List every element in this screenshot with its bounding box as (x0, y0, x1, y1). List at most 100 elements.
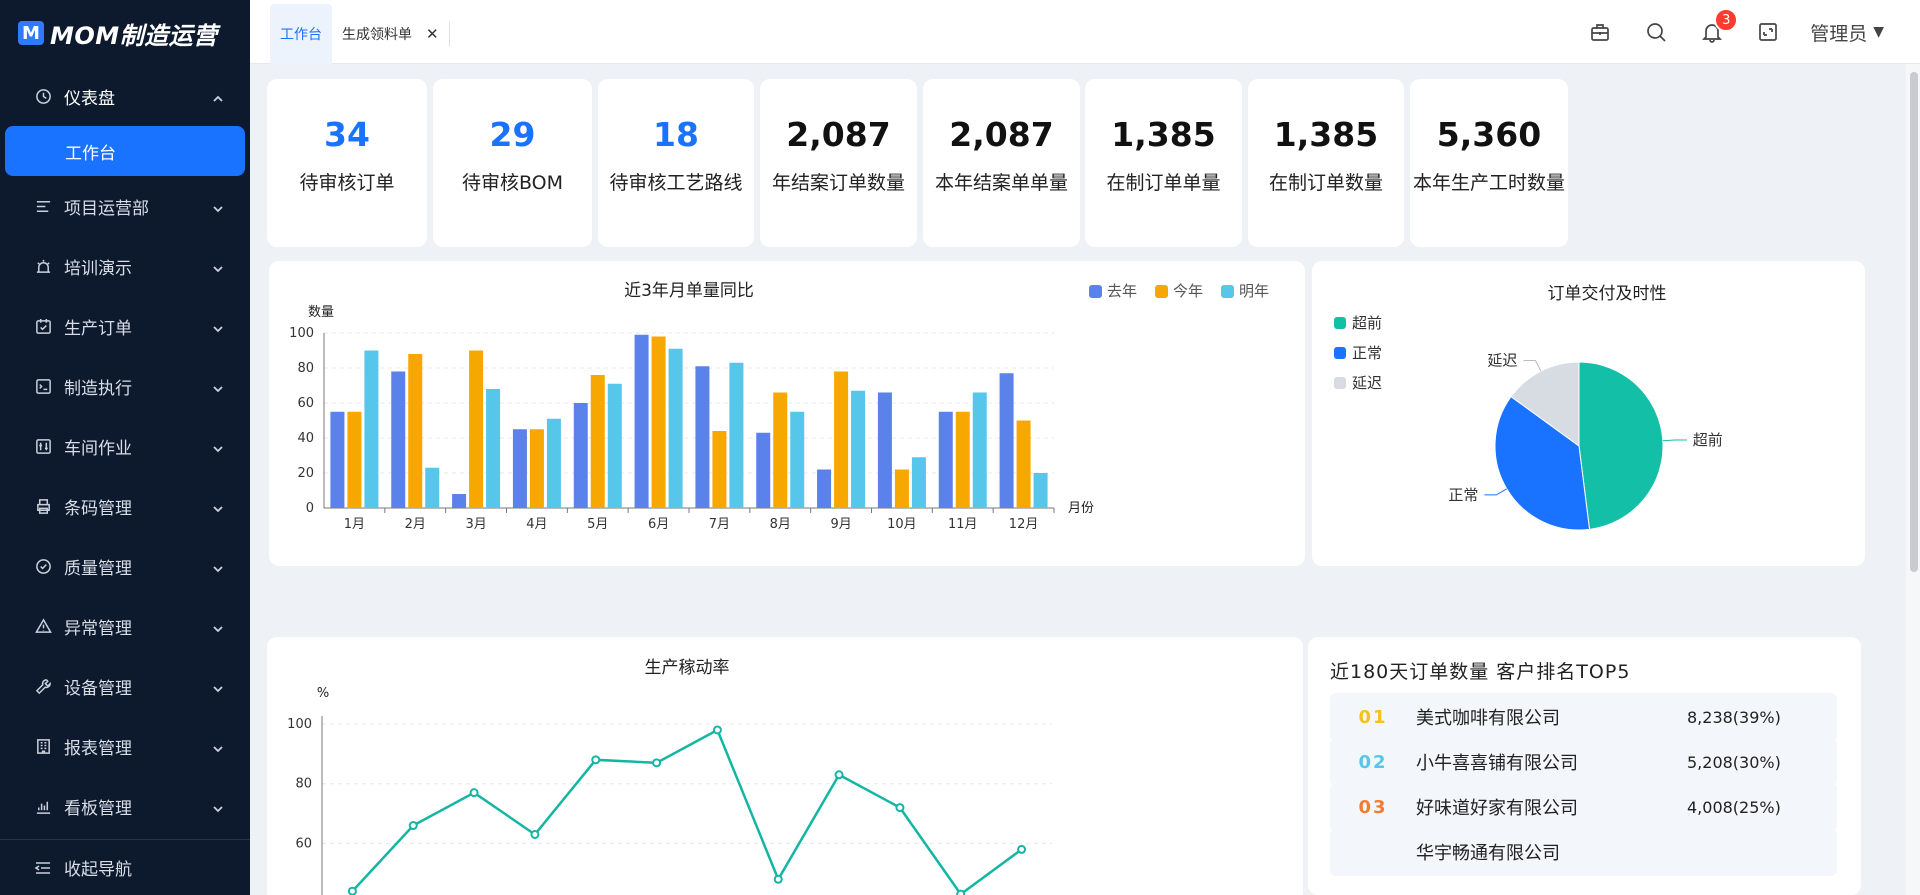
sidebar-item-10[interactable]: 报表管理 (0, 716, 250, 776)
stat-card[interactable]: 29 待审核BOM (433, 79, 592, 247)
ranking-customer-name: 华宇畅通有限公司 (1416, 843, 1560, 864)
line-point (530, 829, 540, 839)
chevron-down-icon (212, 740, 224, 753)
stat-card[interactable]: 34 待审核订单 (267, 79, 427, 247)
search-icon[interactable] (1642, 18, 1670, 46)
x-tick-label: 9月 (830, 517, 851, 532)
sidebar-item-1[interactable]: 项目运营部 (0, 176, 250, 236)
ranking-row[interactable]: 华宇畅通有限公司 (1330, 828, 1837, 876)
legend-label: 去年 (1107, 282, 1137, 300)
sidebar-item-4[interactable]: 制造执行 (0, 356, 250, 416)
x-tick-label: 1月 (344, 517, 365, 532)
bar (668, 348, 683, 508)
top-header: 工作台 生成领料单 ✕ 3 管理员 ▼ (250, 0, 1920, 64)
ranking-customer-name: 小牛喜喜铺有限公司 (1416, 753, 1578, 774)
sidebar-item-label: 仪表盘 (64, 88, 115, 109)
sidebar-item-3[interactable]: 生产订单 (0, 296, 250, 356)
tab-workbench[interactable]: 工作台 (270, 4, 332, 64)
x-tick-label: 4月 (526, 517, 547, 532)
sidebar-item-label: 培训演示 (64, 258, 132, 279)
sidebar-item-label: 报表管理 (64, 738, 132, 759)
user-menu[interactable]: 管理员 ▼ (1810, 19, 1884, 46)
terminal-icon (34, 377, 52, 395)
delivery-timeliness-card: 订单交付及时性 超前 正常 延迟 超前 正常 延迟 (1312, 261, 1865, 566)
ranking-title: 近180天订单数量 客户排名TOP5 (1330, 661, 1631, 683)
bar (695, 366, 710, 508)
bar (546, 418, 561, 508)
stat-card[interactable]: 2,087 本年结案单单量 (923, 79, 1080, 247)
stat-card[interactable]: 1,385 在制订单数量 (1248, 79, 1404, 247)
stat-label: 在制订单数量 (1268, 172, 1383, 194)
bell-icon[interactable]: 3 (1698, 8, 1739, 46)
tab-label: 生成领料单 (342, 27, 412, 43)
user-name: 管理员 (1810, 22, 1868, 45)
bar (512, 429, 527, 508)
scrollbar-thumb[interactable] (1910, 72, 1918, 572)
ranking-number: 03 (1358, 796, 1388, 818)
bar (347, 411, 362, 508)
line-point (895, 803, 905, 813)
app-logo[interactable]: M MOM制造运营 (0, 0, 250, 66)
ranking-row[interactable]: 01 美式咖啡有限公司 8,238(39%) (1330, 693, 1837, 741)
bar (894, 469, 909, 508)
bar (590, 375, 605, 508)
stat-card[interactable]: 18 待审核工艺路线 (598, 79, 754, 247)
bar (817, 469, 832, 508)
collapse-icon (34, 859, 52, 877)
chevron-down-icon (212, 680, 224, 693)
sidebar-item-7[interactable]: 质量管理 (0, 536, 250, 596)
sidebar-item-label: 项目运营部 (64, 198, 149, 219)
legend-label: 超前 (1352, 314, 1382, 332)
sidebar-item-label: 看板管理 (64, 798, 132, 819)
x-tick-label: 7月 (709, 517, 730, 532)
collapse-nav-button[interactable]: 收起导航 (0, 839, 250, 895)
legend-swatch (1334, 347, 1346, 359)
pie-slice-label: 延迟 (1487, 351, 1517, 369)
sidebar-item-5[interactable]: 车间作业 (0, 416, 250, 476)
line-point (712, 725, 722, 735)
y-tick-label: 40 (297, 431, 314, 446)
bar (972, 392, 987, 508)
stat-card[interactable]: 2,087 年结案订单数量 (760, 79, 917, 247)
sidebar-item-label: 质量管理 (64, 558, 132, 579)
bar (425, 467, 440, 508)
tab-generate-requisition[interactable]: 生成领料单 ✕ (332, 4, 449, 64)
pie-leader-line (1662, 439, 1687, 442)
bar (790, 411, 805, 508)
stat-label: 待审核工艺路线 (609, 172, 743, 194)
stat-label: 本年生产工时数量 (1412, 172, 1565, 194)
fullscreen-icon[interactable] (1754, 18, 1782, 46)
line-point (1017, 844, 1027, 854)
stat-card[interactable]: 5,360 本年生产工时数量 (1410, 79, 1568, 247)
ranking-row[interactable]: 02 小牛喜喜铺有限公司 5,208(30%) (1330, 738, 1837, 786)
stat-card[interactable]: 1,385 在制订单单量 (1085, 79, 1242, 247)
ranking-value: 4,008(25%) (1687, 797, 1781, 817)
sidebar-subitem-workbench[interactable]: 工作台 (5, 126, 245, 176)
sliders-icon (34, 437, 52, 455)
y-tick-label: 80 (297, 361, 314, 376)
x-tick-label: 8月 (770, 517, 791, 532)
sidebar-item-2[interactable]: 培训演示 (0, 236, 250, 296)
sidebar-item-9[interactable]: 设备管理 (0, 656, 250, 716)
bar (529, 429, 544, 508)
legend-swatch (1089, 285, 1102, 298)
close-icon[interactable]: ✕ (426, 25, 439, 43)
x-tick-label: 3月 (465, 517, 486, 532)
bar (1033, 473, 1048, 508)
bar (408, 354, 423, 508)
stat-value: 5,360 (1436, 115, 1542, 154)
bar (330, 411, 345, 508)
sidebar-item-label: 异常管理 (64, 618, 132, 639)
line-point (773, 874, 783, 884)
sidebar-item-0[interactable]: 仪表盘 (0, 66, 250, 126)
sidebar-item-6[interactable]: 条码管理 (0, 476, 250, 536)
sidebar-item-8[interactable]: 异常管理 (0, 596, 250, 656)
bar (391, 371, 406, 508)
y-tick-label: 100 (289, 326, 314, 341)
stat-label: 年结案订单数量 (771, 172, 905, 194)
sidebar-item-11[interactable]: 看板管理 (0, 776, 250, 836)
legend-label: 明年 (1239, 282, 1269, 300)
ranking-row[interactable]: 03 好味道好家有限公司 4,008(25%) (1330, 783, 1837, 831)
toolbox-icon[interactable] (1586, 18, 1614, 46)
ranking-customer-name: 美式咖啡有限公司 (1416, 708, 1560, 729)
